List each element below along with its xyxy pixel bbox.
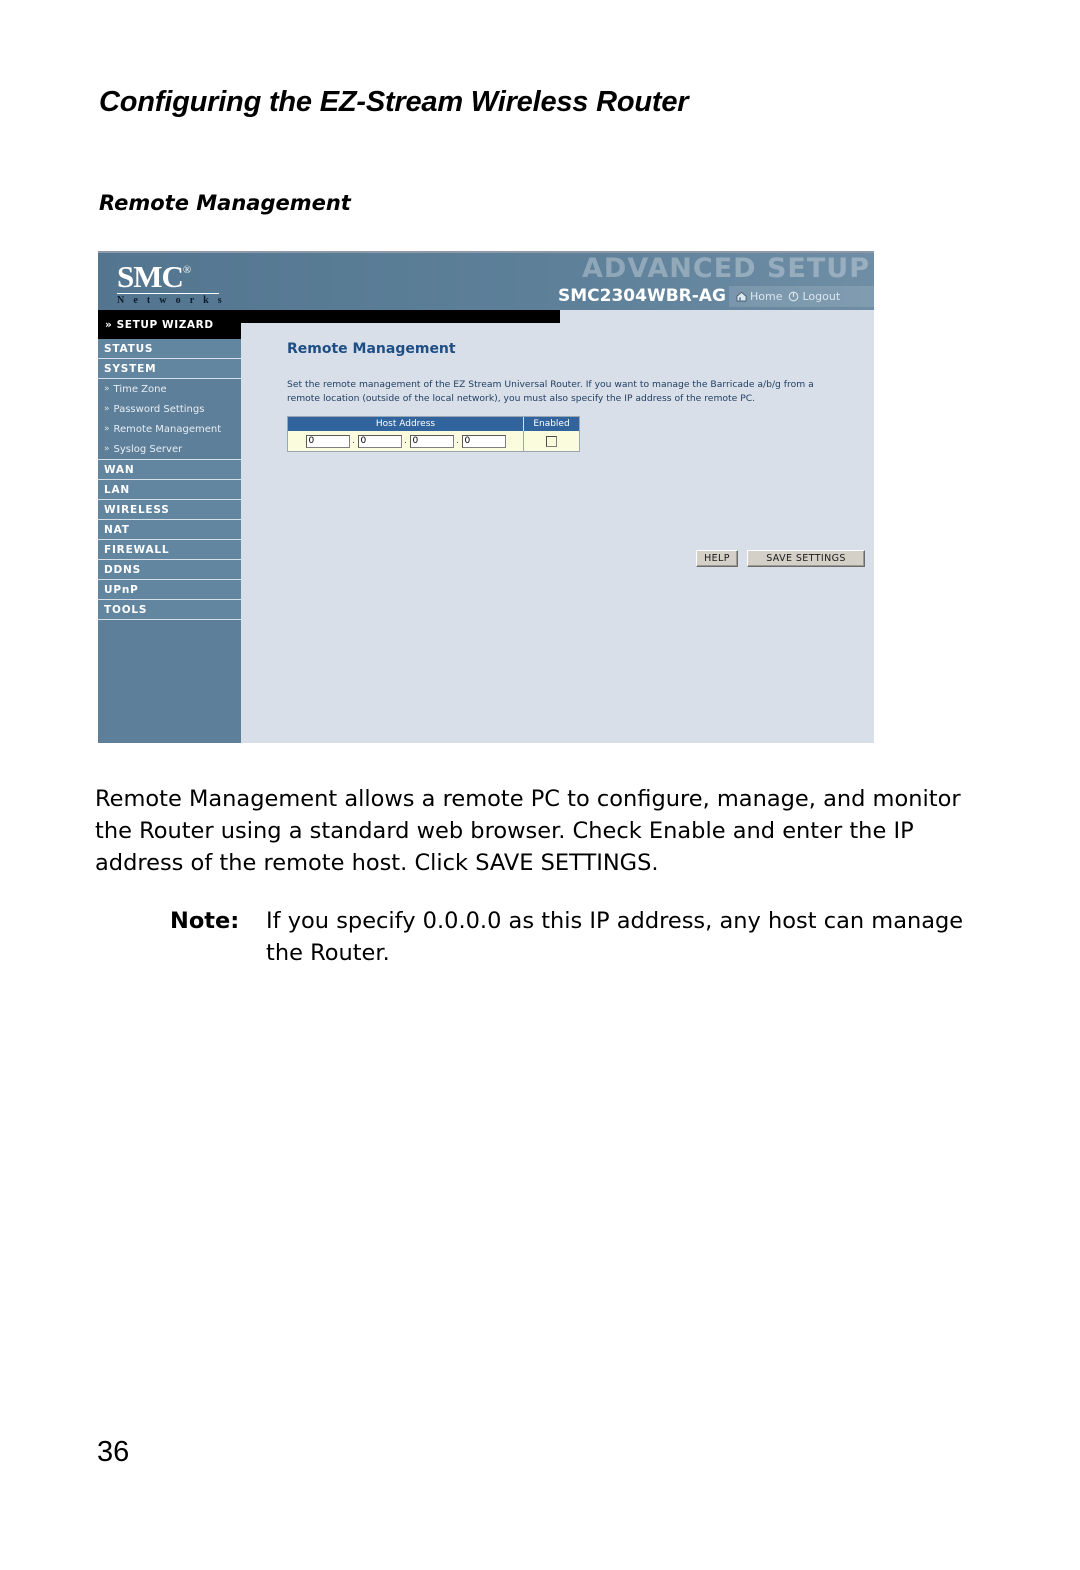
panel-description: Set the remote management of the EZ Stre… <box>287 379 814 404</box>
registered-mark-icon: ® <box>182 263 192 276</box>
host-address-table: Host Address Enabled 0 . 0 . 0 . 0 <box>287 416 580 452</box>
ip-octet-2-input[interactable]: 0 <box>357 434 402 448</box>
sidebar-item-ddns[interactable]: DDNS <box>98 560 241 580</box>
sidebar-item-tools[interactable]: TOOLS <box>98 600 241 620</box>
sidebar-item-time-zone[interactable]: » Time Zone <box>98 379 241 399</box>
ip-separator: . <box>352 436 355 446</box>
note-label: Note: <box>170 908 240 934</box>
smc-tagline: N e t w o r k s <box>117 295 225 306</box>
sidebar-subgroup-system: » Time Zone » Password Settings » Remote Ma… <box>98 379 241 460</box>
sidebar-item-label: TOOLS <box>104 603 148 616</box>
logout-icon <box>788 291 799 302</box>
body-paragraph: Remote Management allows a remote PC to … <box>95 786 961 876</box>
enabled-cell <box>524 431 579 451</box>
router-model-label: SMC2304WBR-AG <box>558 286 726 306</box>
header-nav: Home Logout <box>729 286 874 307</box>
router-sidebar: » SETUP WIZARD STATUS SYSTEM » Time Zone … <box>98 310 241 743</box>
router-ui-screenshot: ADVANCED SETUP SMC® N e t w o r k s SMC2… <box>98 251 874 743</box>
logout-button[interactable]: Logout <box>788 290 840 303</box>
sidebar-item-remote-management[interactable]: » Remote Management <box>98 419 241 439</box>
table-header-row: Host Address Enabled <box>288 417 579 431</box>
sidebar-item-lan[interactable]: LAN <box>98 480 241 500</box>
sidebar-item-password-settings[interactable]: » Password Settings <box>98 399 241 419</box>
sidebar-item-syslog-server[interactable]: » Syslog Server <box>98 439 241 459</box>
sidebar-item-nat[interactable]: NAT <box>98 520 241 540</box>
panel-title: Remote Management <box>287 341 456 357</box>
table-row: 0 . 0 . 0 . 0 <box>288 431 579 451</box>
sidebar-item-status[interactable]: STATUS <box>98 339 241 359</box>
sidebar-item-upnp[interactable]: UPnP <box>98 580 241 600</box>
ip-octet-3-input[interactable]: 0 <box>409 434 454 448</box>
section-heading: Remote Management <box>99 191 351 215</box>
column-header-enabled: Enabled <box>533 419 570 429</box>
home-label: Home <box>750 290 783 303</box>
chevron-right-icon: » <box>104 424 110 434</box>
note-block: Note: If you specify 0.0.0.0 as this IP … <box>170 905 970 969</box>
page-number: 36 <box>97 1436 130 1468</box>
document-page: Configuring the EZ-Stream Wireless Route… <box>0 0 1080 1570</box>
router-header-bar: ADVANCED SETUP SMC® N e t w o r k s SMC2… <box>98 253 874 310</box>
chevron-right-icon: » <box>104 444 110 454</box>
ip-octet-4-input[interactable]: 0 <box>461 434 506 448</box>
sidebar-item-label: WAN <box>104 463 135 476</box>
home-button[interactable]: Home <box>736 290 782 303</box>
help-button[interactable]: HELP <box>696 550 738 567</box>
host-address-cell: 0 . 0 . 0 . 0 <box>288 431 524 451</box>
sidebar-item-system[interactable]: SYSTEM <box>98 359 241 379</box>
sidebar-item-label: WIRELESS <box>104 503 170 516</box>
sidebar-item-label: Time Zone <box>113 383 167 395</box>
column-header-host-address: Host Address <box>288 417 524 431</box>
sidebar-item-label: UPnP <box>104 583 139 596</box>
chevron-right-icon: » <box>104 404 110 414</box>
smc-wordmark: SMC <box>117 259 184 294</box>
action-button-row: HELP SAVE SETTINGS CANCEL <box>696 550 874 567</box>
chapter-title: Configuring the EZ-Stream Wireless Route… <box>99 86 689 118</box>
ip-separator: . <box>456 436 459 446</box>
sidebar-menu: STATUS SYSTEM » Time Zone » Password Setti… <box>98 339 241 620</box>
sidebar-item-label: DDNS <box>104 563 141 576</box>
sidebar-item-setup-wizard[interactable]: » SETUP WIZARD <box>98 310 241 339</box>
sidebar-item-label: NAT <box>104 523 130 536</box>
home-icon <box>736 291 747 302</box>
sidebar-item-label: Syslog Server <box>113 443 183 455</box>
ip-separator: . <box>404 436 407 446</box>
sidebar-item-label: FIREWALL <box>104 543 170 556</box>
logout-label: Logout <box>802 290 841 303</box>
sidebar-item-wan[interactable]: WAN <box>98 460 241 480</box>
enabled-checkbox[interactable] <box>546 435 557 447</box>
sidebar-item-wireless[interactable]: WIRELESS <box>98 500 241 520</box>
ip-octet-1-input[interactable]: 0 <box>305 434 350 448</box>
sidebar-item-label: LAN <box>104 483 131 496</box>
smc-logo: SMC® N e t w o r k s <box>117 261 247 306</box>
chevron-right-icon: » <box>104 384 110 394</box>
advanced-setup-watermark: ADVANCED SETUP <box>582 253 870 284</box>
sidebar-item-label: » SETUP WIZARD <box>105 318 214 331</box>
router-content-pane: Remote Management Set the remote managem… <box>241 323 874 743</box>
save-settings-button[interactable]: SAVE SETTINGS <box>747 550 865 567</box>
sidebar-item-label: Password Settings <box>113 403 205 415</box>
sidebar-item-label: Remote Management <box>113 423 222 435</box>
sidebar-item-label: SYSTEM <box>104 362 157 375</box>
note-text: If you specify 0.0.0.0 as this IP addres… <box>266 908 964 966</box>
sidebar-item-firewall[interactable]: FIREWALL <box>98 540 241 560</box>
sidebar-item-label: STATUS <box>104 342 154 355</box>
